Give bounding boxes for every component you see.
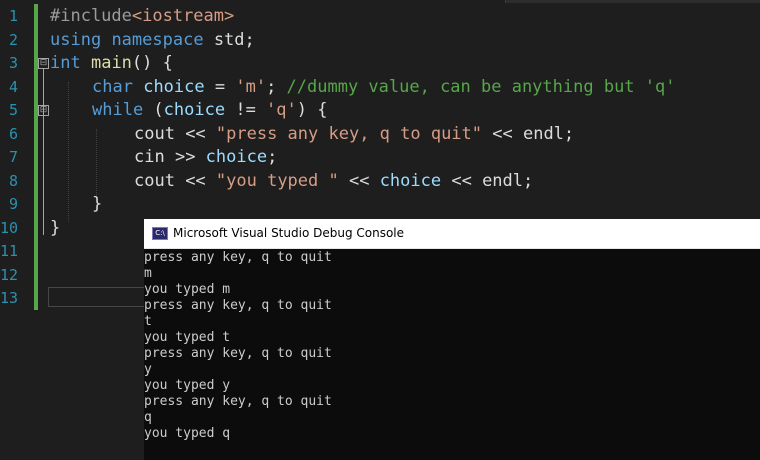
- line-number: 10: [0, 218, 19, 237]
- line-number: 11: [0, 242, 19, 260]
- punctuation: ;: [244, 29, 255, 50]
- operator: <<: [174, 123, 216, 144]
- identifier: cin: [134, 147, 165, 167]
- code-line-9: }: [92, 193, 102, 217]
- punctuation: ;: [266, 76, 287, 97]
- line-number: 9: [8, 195, 18, 213]
- keyword: while: [92, 100, 144, 120]
- console-output-line: press any key, q to quit: [144, 394, 332, 409]
- console-output-line: y: [144, 362, 152, 377]
- punctuation: ;: [267, 147, 278, 167]
- fold-guide-line: [43, 69, 44, 235]
- punctuation: (: [143, 100, 164, 120]
- punctuation: ;: [563, 123, 575, 144]
- type-keyword: char: [92, 76, 133, 97]
- operator: <<: [482, 123, 523, 144]
- code-line-6: cout << "press any key, q to quit" << en…: [134, 123, 574, 147]
- function-name: main: [90, 53, 132, 73]
- line-number: 3: [8, 54, 18, 72]
- console-output-line: you typed t: [144, 330, 231, 345]
- console-output-line: m: [144, 266, 152, 281]
- line-number: 2: [8, 30, 18, 49]
- code-line-8: cout << "you typed " << choice << endl;: [134, 170, 533, 194]
- console-title-bar[interactable]: C:\ Microsoft Visual Studio Debug Consol…: [144, 219, 760, 249]
- punctuation: () {: [131, 53, 173, 73]
- identifier: cout: [134, 170, 175, 191]
- console-window-title: Microsoft Visual Studio Debug Console: [173, 226, 405, 240]
- code-line-10: }: [50, 217, 60, 241]
- char-literal: 'm': [235, 76, 267, 97]
- collapse-while-icon[interactable]: ⊟: [38, 105, 49, 116]
- variable: choice: [379, 170, 442, 191]
- punctuation: ;: [523, 170, 534, 191]
- identifier: endl: [522, 123, 564, 144]
- include-target: <iostream>: [131, 6, 235, 26]
- console-output-line: you typed q: [144, 426, 231, 441]
- string-literal: "you typed ": [215, 170, 339, 191]
- line-number: 5: [8, 101, 18, 119]
- code-line-5: while (choice != 'q') {: [92, 99, 327, 123]
- console-output-line: you typed m: [144, 282, 231, 297]
- variable: choice: [143, 76, 205, 97]
- console-output-line: press any key, q to quit: [144, 346, 332, 361]
- operator: !=: [225, 100, 267, 120]
- operator: >>: [164, 147, 206, 167]
- identifier: endl: [482, 170, 524, 191]
- line-number: 8: [8, 171, 18, 190]
- variable: choice: [163, 100, 226, 120]
- keyword: namespace: [111, 29, 204, 50]
- editor-tab-strip: [505, 0, 760, 3]
- collapse-main-icon[interactable]: ⊟: [38, 58, 49, 69]
- keyword: using: [50, 29, 102, 50]
- console-output-line: t: [144, 314, 152, 329]
- change-indicator-bar: [34, 4, 38, 310]
- line-number: 12: [0, 265, 19, 284]
- code-line-3: int main() {: [50, 52, 173, 76]
- preprocessor-directive: #include: [50, 6, 132, 26]
- console-output-line: press any key, q to quit: [144, 298, 332, 313]
- code-line-4: char choice = 'm'; //dummy value, can be…: [92, 76, 675, 100]
- line-number: 4: [8, 77, 18, 96]
- operator: <<: [174, 170, 216, 191]
- identifier: std: [213, 29, 245, 50]
- current-line-highlight: [48, 287, 144, 307]
- line-number: 6: [8, 124, 18, 143]
- operator: =: [204, 76, 236, 97]
- char-literal: 'q': [266, 100, 297, 120]
- code-line-1: #include<iostream>: [50, 5, 234, 29]
- indent-guide: [96, 129, 98, 199]
- identifier: cout: [134, 123, 175, 144]
- line-number: 7: [8, 148, 18, 166]
- console-output-line: press any key, q to quit: [144, 250, 332, 265]
- console-output-line: you typed y: [144, 378, 231, 393]
- debug-console-window[interactable]: C:\ Microsoft Visual Studio Debug Consol…: [144, 219, 760, 460]
- comment: //dummy value, can be anything but 'q': [286, 76, 676, 97]
- punctuation: ) {: [296, 100, 328, 120]
- line-number: 1: [8, 7, 18, 25]
- indent-guide: [68, 82, 70, 222]
- console-output-line: q: [144, 410, 152, 425]
- type-keyword: int: [50, 53, 81, 73]
- closing-brace: }: [92, 194, 103, 214]
- variable: choice: [205, 147, 268, 167]
- code-line-2: using namespace std;: [50, 29, 255, 53]
- operator: <<: [338, 170, 380, 191]
- console-app-icon: C:\: [152, 227, 168, 240]
- operator: <<: [441, 170, 483, 191]
- line-number: 13: [0, 289, 19, 307]
- closing-brace: }: [50, 217, 61, 238]
- string-literal: "press any key, q to quit": [215, 123, 483, 144]
- code-line-7: cin >> choice;: [134, 146, 277, 170]
- console-output[interactable]: press any key, q to quit m you typed m p…: [144, 250, 760, 442]
- line-number-gutter: 1 2 3 4 5 6 7 8 9 10 11 12 13: [0, 0, 34, 310]
